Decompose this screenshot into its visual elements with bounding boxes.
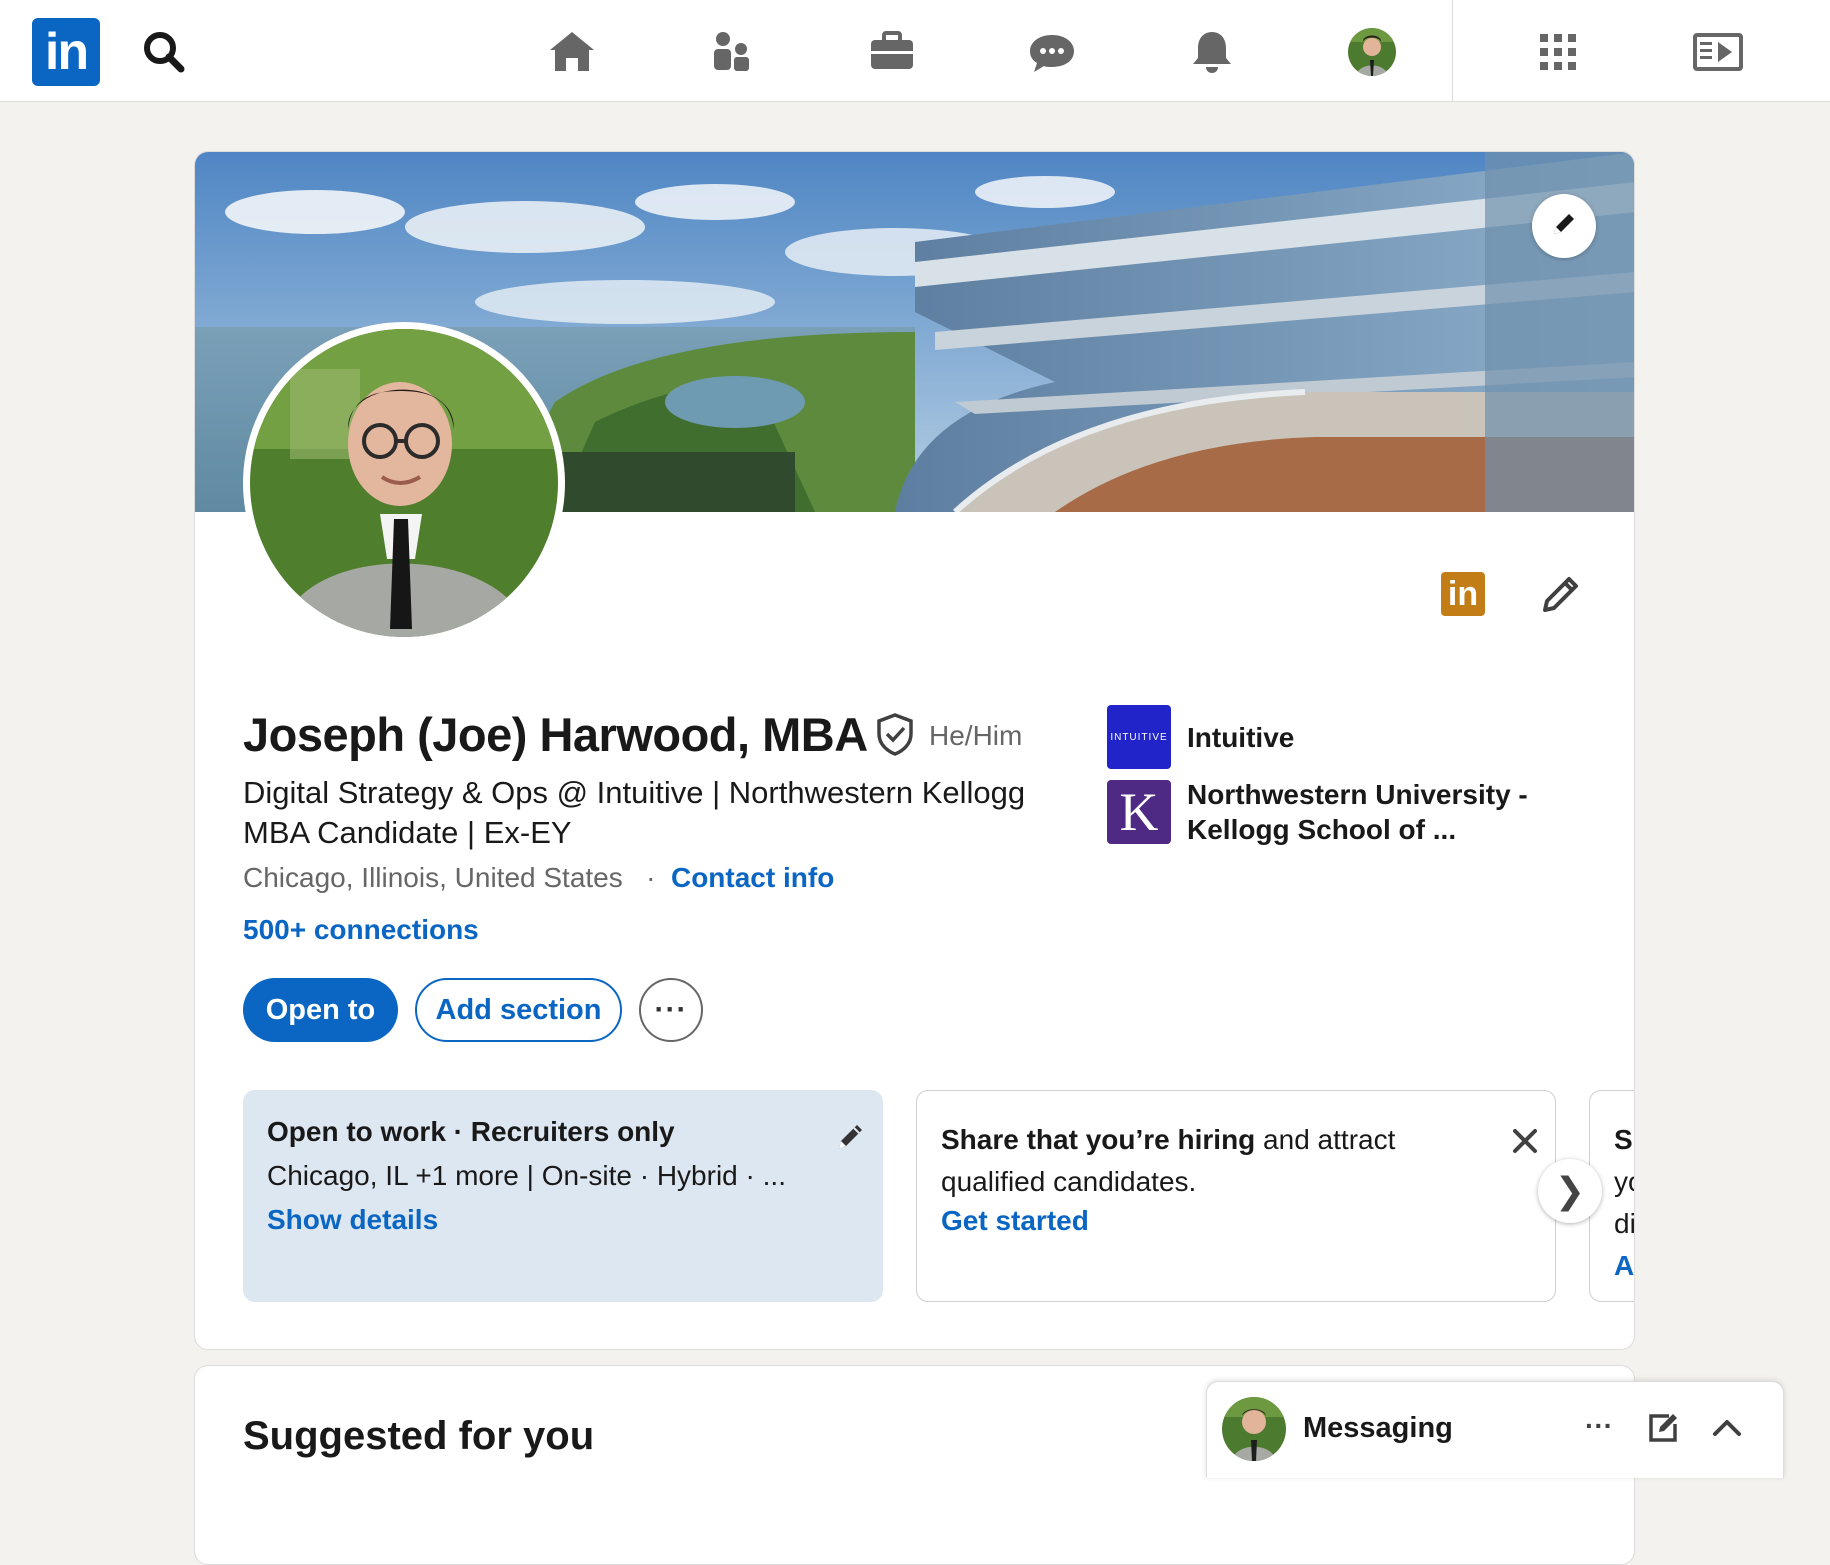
chevron-up-icon[interactable] bbox=[1707, 1408, 1747, 1448]
top-navigation-bar: in bbox=[0, 0, 1830, 102]
profile-name: Joseph (Joe) Harwood, MBA bbox=[243, 708, 868, 761]
add-section-button[interactable]: Add section bbox=[415, 978, 622, 1042]
notifications-icon[interactable] bbox=[1184, 24, 1240, 80]
kellogg-logo: K bbox=[1107, 780, 1171, 844]
premium-linkedin-badge[interactable]: in bbox=[1441, 572, 1485, 616]
pencil-icon bbox=[1549, 209, 1579, 244]
open-to-work-card: Open to work · Recruiters only Chicago, … bbox=[243, 1090, 883, 1302]
close-icon[interactable] bbox=[1507, 1123, 1543, 1159]
intuitive-logo: INTUITIVE bbox=[1107, 705, 1171, 769]
learning-icon[interactable] bbox=[1690, 24, 1746, 80]
edit-banner-button[interactable] bbox=[1532, 194, 1596, 258]
location-row: Chicago, Illinois, United States · Conta… bbox=[243, 862, 834, 894]
get-started-link[interactable]: Get started bbox=[941, 1205, 1089, 1237]
company-kellogg[interactable]: K Northwestern University - Kellogg Scho… bbox=[1107, 777, 1547, 847]
profile-card: in Joseph (Joe) Harwood, MBA He/Him Digi… bbox=[194, 151, 1635, 1350]
messaging-label: Messaging bbox=[1303, 1412, 1453, 1444]
open-to-work-details: Chicago, IL +1 more | On-site · Hybrid ·… bbox=[267, 1160, 786, 1191]
connections-link[interactable]: 500+ connections bbox=[243, 914, 479, 946]
partial-card-link[interactable]: Ac bbox=[1614, 1245, 1634, 1287]
ellipsis-icon: ··· bbox=[654, 993, 688, 1026]
section-title: Suggested for you bbox=[243, 1414, 595, 1458]
hiring-prompt-text: Share that you’re hiring and attract qua… bbox=[941, 1124, 1396, 1197]
profile-photo[interactable] bbox=[243, 322, 565, 644]
partial-card-title: Sl bbox=[1614, 1124, 1634, 1155]
carousel-next-button[interactable]: ❯ bbox=[1538, 1159, 1602, 1223]
company-intuitive[interactable]: INTUITIVE Intuitive bbox=[1107, 705, 1547, 769]
messaging-more-icon[interactable]: ··· bbox=[1579, 1408, 1619, 1448]
edit-intro-pencil-icon[interactable] bbox=[1537, 570, 1585, 618]
verified-shield-icon[interactable] bbox=[875, 712, 915, 756]
compose-message-icon[interactable] bbox=[1643, 1408, 1683, 1448]
location-text: Chicago, Illinois, United States bbox=[243, 862, 623, 893]
linkedin-logo[interactable]: in bbox=[32, 18, 100, 86]
profile-headline: Digital Strategy & Ops @ Intuitive | Nor… bbox=[243, 775, 1026, 850]
messaging-overlay-bar[interactable]: Messaging ··· bbox=[1206, 1381, 1784, 1478]
messaging-avatar bbox=[1222, 1397, 1286, 1461]
my-network-icon[interactable] bbox=[704, 24, 760, 80]
school-name: Northwestern University - Kellogg School… bbox=[1187, 779, 1528, 845]
me-avatar[interactable] bbox=[1348, 28, 1396, 76]
search-icon[interactable] bbox=[136, 24, 192, 80]
partial-card-text: di bbox=[1614, 1208, 1635, 1239]
jobs-icon[interactable] bbox=[864, 24, 920, 80]
open-to-work-title: Open to work · Recruiters only bbox=[267, 1116, 675, 1147]
edit-open-to-work-pencil-icon[interactable] bbox=[833, 1118, 869, 1154]
apps-grid-icon[interactable] bbox=[1530, 24, 1586, 80]
share-hiring-card: Share that you’re hiring and attract qua… bbox=[916, 1090, 1556, 1302]
nav-divider bbox=[1452, 0, 1453, 102]
show-details-link[interactable]: Show details bbox=[267, 1204, 438, 1236]
open-to-button[interactable]: Open to bbox=[243, 978, 398, 1042]
company-name: Intuitive bbox=[1187, 721, 1295, 753]
partial-card-text: yo bbox=[1614, 1166, 1634, 1197]
separator: · bbox=[646, 862, 656, 893]
messaging-icon[interactable] bbox=[1024, 24, 1080, 80]
pronouns: He/Him bbox=[929, 720, 1023, 751]
contact-info-link[interactable]: Contact info bbox=[671, 862, 834, 893]
more-actions-button[interactable]: ··· bbox=[639, 978, 703, 1042]
chevron-right-icon: ❯ bbox=[1554, 1170, 1586, 1211]
home-icon[interactable] bbox=[544, 24, 600, 80]
